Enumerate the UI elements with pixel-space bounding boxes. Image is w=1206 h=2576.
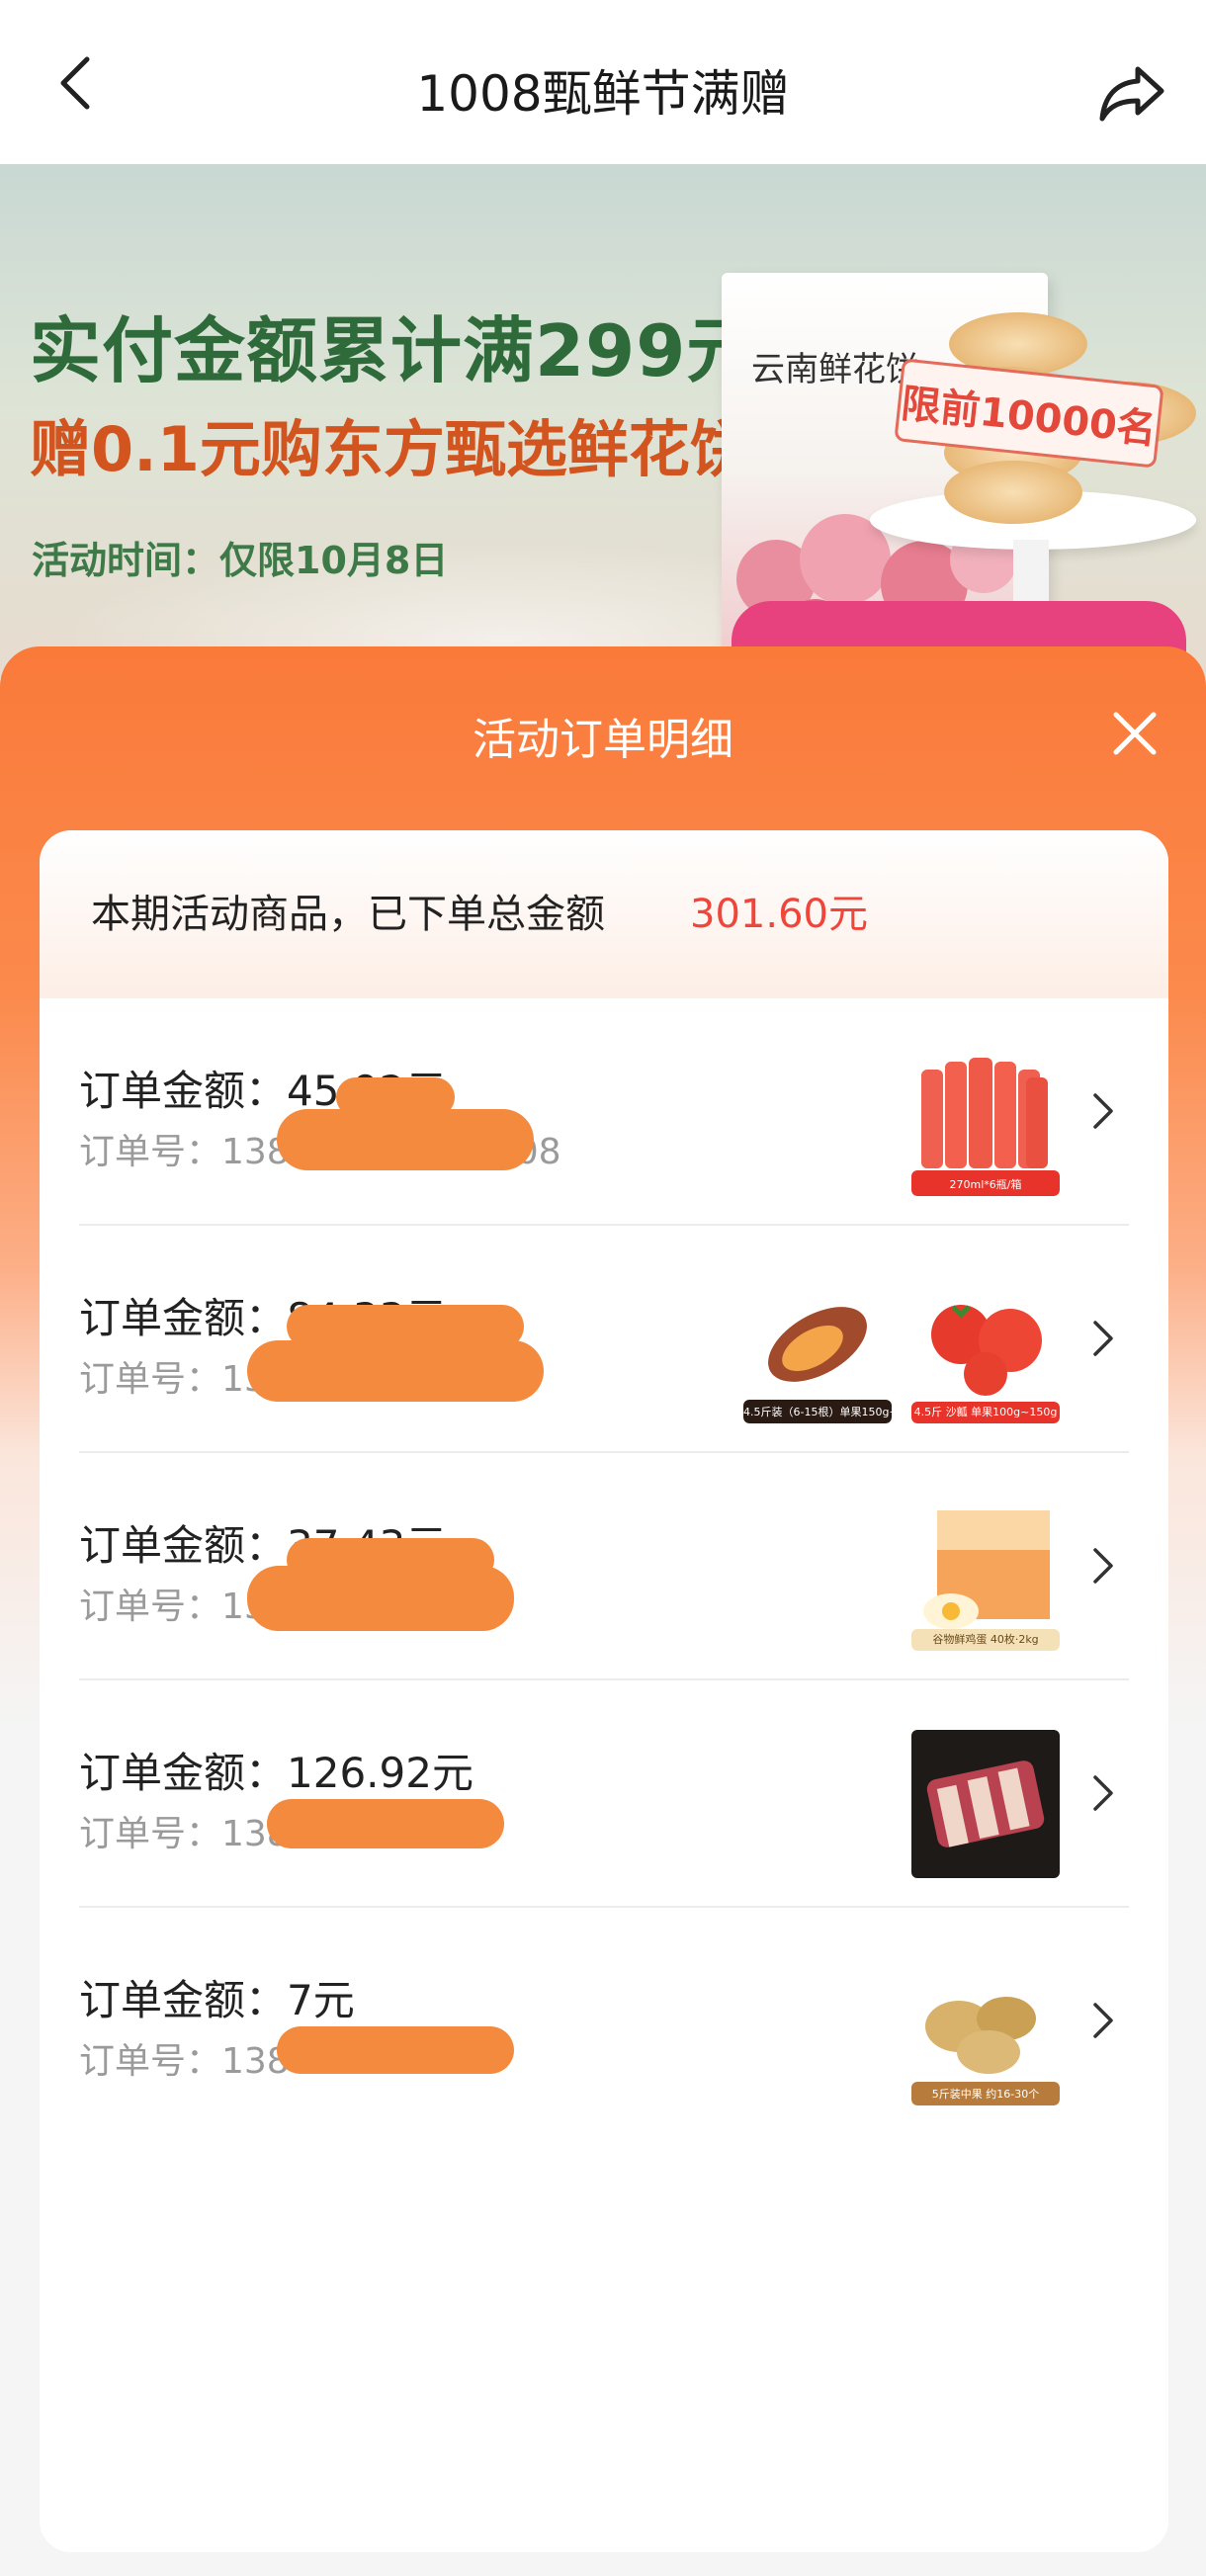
close-icon — [1113, 712, 1157, 755]
activity-time: 活动时间：仅限10月8日 — [32, 539, 449, 582]
order-amount: 订单金额：126.92元 — [79, 1749, 474, 1797]
order-row[interactable]: 订单金额：45.92元 订单号：138791475133108 — [40, 998, 1168, 1226]
thumb-caption: 4.5斤装（6-15根）单果150g+ — [743, 1406, 892, 1418]
juice-bottles-image: 270ml*6瓶/箱 — [911, 1048, 1060, 1196]
close-button[interactable] — [1103, 702, 1166, 765]
order-row[interactable]: 订单金额：7元 订单号：138790954810 5斤装中果 约16-30个 — [40, 1908, 1168, 2135]
pork-ribs-image — [911, 1730, 1060, 1878]
share-button[interactable] — [1095, 55, 1170, 130]
summary-label: 本期活动商品，已下单总金额 — [91, 892, 605, 937]
page-title: 1008甄鲜节满赠 — [416, 65, 790, 123]
thumb-caption: 270ml*6瓶/箱 — [949, 1178, 1022, 1191]
redaction-mark — [277, 1109, 534, 1170]
chevron-right-icon[interactable] — [1083, 1536, 1123, 1595]
banner-headline: 实付金额累计满299元 — [30, 309, 759, 392]
sheet-title: 活动订单明细 — [473, 715, 733, 765]
redaction-mark — [267, 1799, 504, 1848]
order-list: 订单金额：45.92元 订单号：138791475133108 — [40, 998, 1168, 2135]
order-row[interactable]: 订单金额：126.92元 订单号：138791386075 — [40, 1680, 1168, 1908]
chevron-left-icon — [60, 56, 90, 110]
flower-cake — [944, 461, 1082, 524]
order-row[interactable]: 订单金额：84.33元 订单号：13879122 4.5斤装（6-15根）单果1… — [40, 1226, 1168, 1453]
redaction-mark — [287, 1305, 524, 1348]
potatoes-image: 5斤装中果 约16-30个 — [911, 1957, 1060, 2105]
thumb-caption: 5斤装中果 约16-30个 — [931, 2088, 1040, 2101]
redaction-mark — [277, 2026, 514, 2074]
chevron-right-icon[interactable] — [1083, 1763, 1123, 1823]
thumb-caption: 4.5斤 沙瓤 单果100g~150g — [913, 1406, 1058, 1418]
redaction-mark — [287, 1538, 494, 1582]
chevron-right-icon[interactable] — [1083, 1991, 1123, 2050]
top-navigation-bar: 1008甄鲜节满赠 — [0, 0, 1206, 164]
share-icon — [1099, 66, 1164, 122]
order-detail-sheet: 活动订单明细 本期活动商品，已下单总金额 301.60元 订单金额：45.92元… — [0, 646, 1206, 2576]
order-amount: 订单金额：7元 — [79, 1976, 355, 2024]
eggs-box-image: 谷物鲜鸡蛋 40枚·2kg — [911, 1503, 1060, 1651]
chevron-right-icon[interactable] — [1083, 1309, 1123, 1368]
summary-bar: 本期活动商品，已下单总金额 301.60元 — [40, 830, 1168, 998]
sweet-potato-image: 4.5斤装（6-15根）单果150g+ — [743, 1275, 892, 1423]
order-row[interactable]: 订单金额：37.43元 订单号：13879123 谷物鲜鸡蛋 40枚·2kg — [40, 1453, 1168, 1680]
order-card: 本期活动商品，已下单总金额 301.60元 订单金额：45.92元 订单号：13… — [40, 830, 1168, 2552]
tomato-image: 4.5斤 沙瓤 单果100g~150g — [911, 1275, 1060, 1423]
promotion-banner[interactable]: 实付金额累计满299元 赠0.1元购东方甄选鲜花饼一盒 活动时间：仅限10月8日… — [0, 164, 1206, 678]
redaction-mark — [247, 1340, 544, 1402]
thumb-caption: 谷物鲜鸡蛋 40枚·2kg — [932, 1633, 1039, 1646]
summary-amount: 301.60元 — [690, 892, 868, 937]
chevron-right-icon[interactable] — [1083, 1081, 1123, 1141]
redaction-mark — [336, 1077, 455, 1117]
back-button[interactable] — [40, 47, 111, 119]
box-title: 云南鲜花饼 — [751, 350, 919, 389]
